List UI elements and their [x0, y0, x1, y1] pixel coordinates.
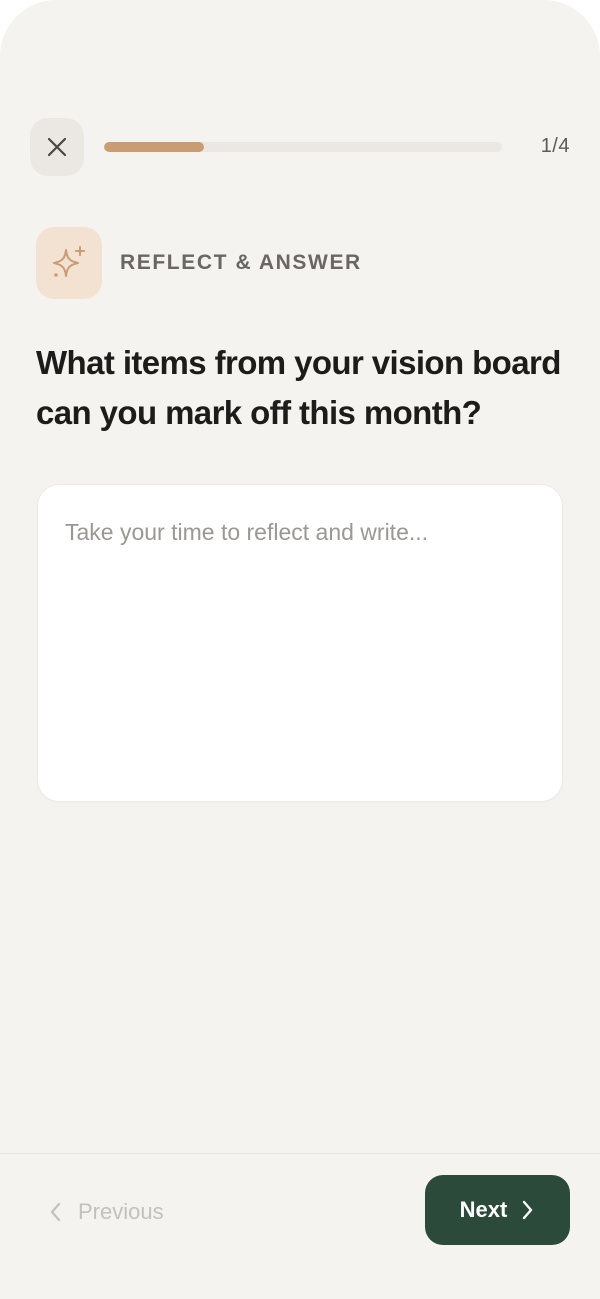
progress-bar: [104, 142, 502, 152]
sparkles-icon: [50, 244, 88, 282]
next-label: Next: [459, 1197, 508, 1222]
top-bar: 1/4: [30, 118, 570, 176]
close-icon: [46, 136, 68, 158]
question-title: What items from your vision board can yo…: [36, 344, 561, 431]
screen: 1/4 REFLECT & ANSWER What items from you…: [0, 0, 600, 1299]
step-counter: 1/4: [540, 135, 570, 157]
previous-button[interactable]: Previous: [48, 1188, 164, 1236]
category-icon-tile: [36, 227, 102, 299]
previous-label: Previous: [78, 1199, 164, 1224]
close-button[interactable]: [30, 118, 84, 176]
answer-input[interactable]: [37, 484, 563, 802]
next-button[interactable]: Next: [425, 1175, 570, 1245]
chevron-right-icon: [519, 1199, 535, 1221]
footer-nav: Previous Next: [0, 1153, 600, 1299]
category-label: REFLECT & ANSWER: [120, 251, 362, 274]
progress-fill: [104, 142, 204, 152]
chevron-left-icon: [48, 1201, 64, 1223]
category-header: REFLECT & ANSWER: [36, 227, 362, 299]
